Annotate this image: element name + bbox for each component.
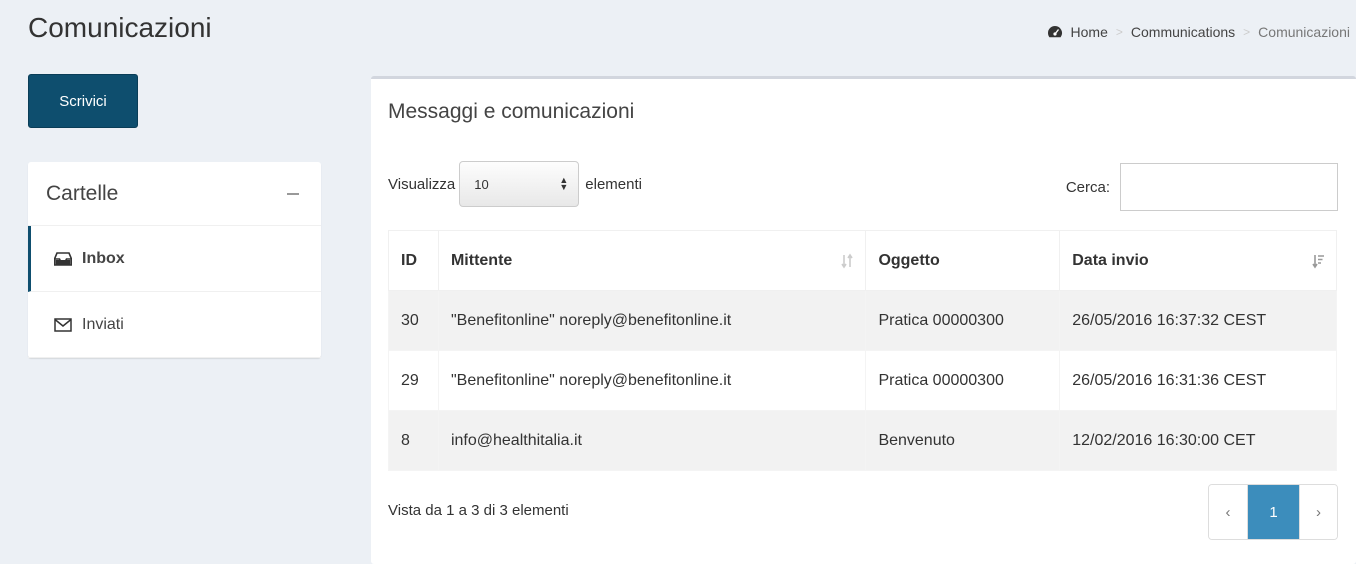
cell-date: 26/05/2016 16:37:32 CEST xyxy=(1059,290,1337,351)
folders-header: Cartelle xyxy=(28,162,321,226)
breadcrumb-separator: > xyxy=(1243,25,1251,39)
search-input[interactable] xyxy=(1120,163,1338,211)
cell-id: 29 xyxy=(388,350,439,411)
search-control: Cerca: xyxy=(1066,163,1338,211)
page-title: Comunicazioni xyxy=(28,12,212,43)
table-header-row: ID Mittente Oggetto Data invio xyxy=(388,230,1337,291)
breadcrumb-home[interactable]: Home xyxy=(1071,24,1108,40)
breadcrumb-current: Comunicazioni xyxy=(1258,24,1350,40)
messages-table: ID Mittente Oggetto Data invio 30 "Benef… xyxy=(388,230,1337,471)
cell-sender: "Benefitonline" noreply@benefitonline.it xyxy=(437,350,867,411)
cell-date: 12/02/2016 16:30:00 CET xyxy=(1059,410,1337,471)
breadcrumb-separator: > xyxy=(1115,25,1123,39)
cell-subject: Pratica 00000300 xyxy=(865,350,1061,411)
inbox-icon xyxy=(54,251,72,266)
page-length-value: 10 xyxy=(474,176,489,192)
folders-title: Cartelle xyxy=(46,181,119,205)
table-info: Vista da 1 a 3 di 3 elementi xyxy=(388,502,569,519)
length-suffix: elementi xyxy=(585,175,642,193)
length-prefix: Visualizza xyxy=(388,175,456,193)
column-header-date[interactable]: Data invio xyxy=(1059,230,1337,291)
cell-sender: info@healthitalia.it xyxy=(437,410,867,471)
envelope-icon xyxy=(54,317,72,332)
folder-label: Inbox xyxy=(82,249,125,267)
table-row[interactable]: 8 info@healthitalia.it Benvenuto 12/02/2… xyxy=(388,410,1337,471)
pagination-page-1[interactable]: 1 xyxy=(1247,485,1299,539)
pagination-next[interactable]: › xyxy=(1299,485,1337,539)
messages-panel: Messaggi e comunicazioni Visualizza 10 ▲… xyxy=(371,76,1356,564)
cell-id: 8 xyxy=(388,410,439,471)
cell-subject: Pratica 00000300 xyxy=(865,290,1061,351)
cell-date: 26/05/2016 16:31:36 CEST xyxy=(1059,350,1337,411)
search-label: Cerca: xyxy=(1065,178,1110,196)
pagination-previous[interactable]: ‹ xyxy=(1209,485,1247,539)
select-arrows-icon: ▲ ▼ xyxy=(559,175,569,192)
cell-id: 30 xyxy=(388,290,439,351)
column-header-subject[interactable]: Oggetto xyxy=(865,230,1061,291)
folders-panel: Cartelle Inbox Inviati xyxy=(28,162,321,358)
folder-item-sent[interactable]: Inviati xyxy=(28,292,321,358)
breadcrumb: Home > Communications > Comunicazioni xyxy=(1047,24,1350,40)
messages-title: Messaggi e comunicazioni xyxy=(388,100,635,123)
page-length-control: Visualizza 10 ▲ ▼ elementi xyxy=(388,161,642,207)
compose-button[interactable]: Scrivici xyxy=(28,74,138,128)
collapse-button[interactable] xyxy=(283,184,303,204)
dashboard-icon xyxy=(1047,26,1062,38)
pagination: ‹ 1 › xyxy=(1208,484,1338,540)
sort-both-icon xyxy=(841,253,854,269)
column-header-id[interactable]: ID xyxy=(388,230,439,291)
cell-subject: Benvenuto xyxy=(865,410,1061,471)
folder-label: Inviati xyxy=(82,315,124,333)
cell-sender: "Benefitonline" noreply@benefitonline.it xyxy=(437,290,867,351)
minus-icon xyxy=(287,192,299,195)
table-row[interactable]: 29 "Benefitonline" noreply@benefitonline… xyxy=(388,350,1337,411)
sort-desc-icon xyxy=(1312,255,1324,269)
table-row[interactable]: 30 "Benefitonline" noreply@benefitonline… xyxy=(388,290,1337,351)
folder-item-inbox[interactable]: Inbox xyxy=(28,226,321,292)
page-length-select[interactable]: 10 ▲ ▼ xyxy=(459,161,580,207)
breadcrumb-communications[interactable]: Communications xyxy=(1131,24,1235,40)
column-header-sender[interactable]: Mittente xyxy=(437,230,867,291)
